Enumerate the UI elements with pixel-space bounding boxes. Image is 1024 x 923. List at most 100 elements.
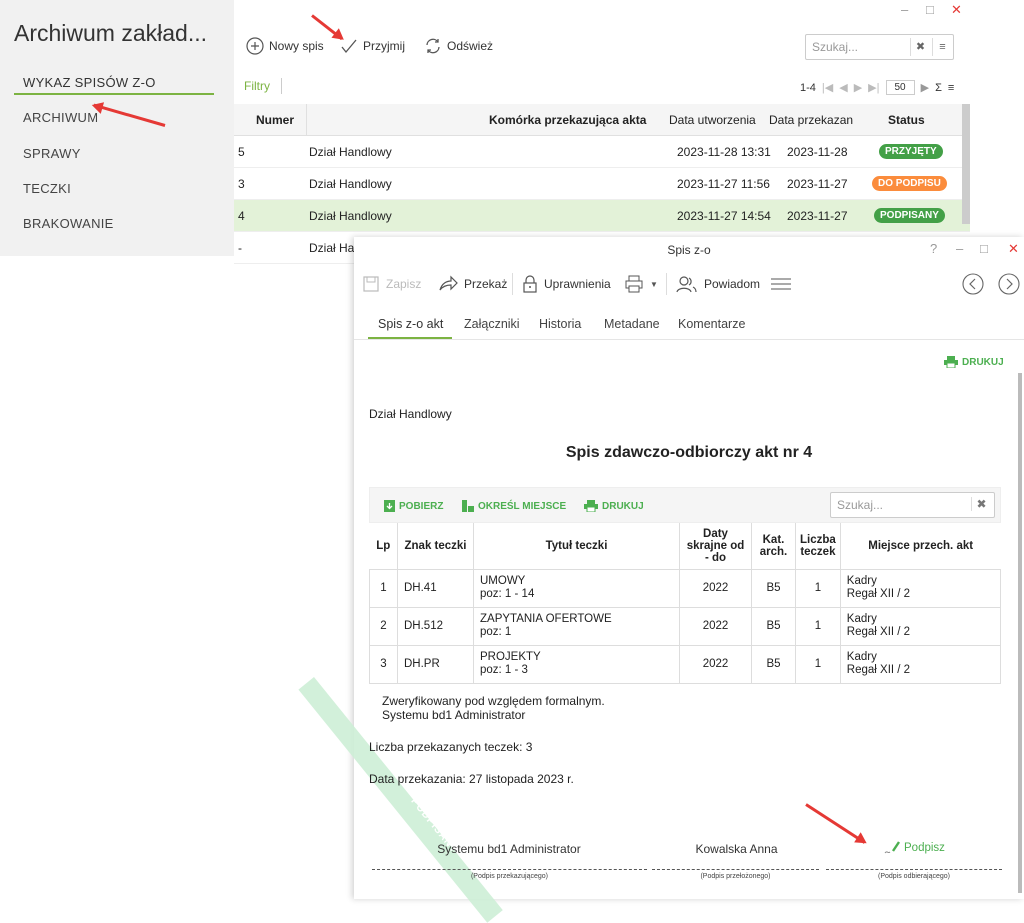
filters-link[interactable]: Filtry bbox=[244, 79, 270, 93]
notify-button[interactable]: Powiadom bbox=[676, 273, 760, 295]
page-size-select[interactable]: 50 bbox=[885, 80, 915, 95]
tab-zalaczniki[interactable]: Załączniki bbox=[464, 317, 520, 331]
set-place-label: OKREŚL MIEJSCE bbox=[478, 500, 567, 512]
col-daty: Daty skrajne od - do bbox=[679, 523, 752, 570]
refresh-label: Odśwież bbox=[447, 39, 494, 53]
notify-label: Powiadom bbox=[704, 277, 761, 291]
set-place-button[interactable]: OKREŚL MIEJSCE bbox=[462, 500, 566, 512]
list-dialog: Spis z-o ? – □ ✕ Zapisz Przekaż Uprawnie… bbox=[298, 237, 1024, 923]
next-page-icon[interactable]: ▶ bbox=[854, 81, 862, 94]
tab-historia[interactable]: Historia bbox=[539, 317, 581, 331]
print-menu-button[interactable]: ▼ bbox=[624, 273, 658, 295]
close-button[interactable]: ✕ bbox=[951, 2, 962, 18]
sign-button[interactable]: Podpisz bbox=[884, 841, 945, 855]
place-room: Kadry bbox=[846, 575, 877, 587]
dialog-scrollbar[interactable] bbox=[1018, 373, 1022, 893]
col-liczba: Liczba teczek bbox=[795, 523, 841, 570]
tab-spis[interactable]: Spis z-o akt bbox=[378, 317, 443, 331]
menu-icon[interactable]: ≡ bbox=[932, 38, 952, 56]
handover-date-text: Data przekazania: 27 listopada 2023 r. bbox=[369, 772, 574, 786]
new-list-button[interactable]: Nowy spis bbox=[246, 36, 324, 56]
supervisor-signature-line bbox=[652, 869, 819, 870]
table-row[interactable]: 1 DH.41 UMOWY poz: 1 - 14 2022 B5 1 Kadry… bbox=[369, 568, 1002, 608]
supervisor-caption: (Podpis przełożonego) bbox=[700, 873, 771, 880]
document-search-input[interactable]: Szukaj... ✖ bbox=[830, 492, 995, 518]
table-row-selected[interactable]: 4 Dział Handlowy 2023-11-27 14:54 2023-1… bbox=[234, 200, 970, 232]
more-menu-icon[interactable] bbox=[770, 273, 792, 295]
table-scrollbar[interactable] bbox=[962, 104, 970, 224]
dialog-minimize-button[interactable]: – bbox=[956, 241, 963, 256]
prev-record-icon[interactable] bbox=[962, 273, 984, 295]
sidebar-item-archiwum[interactable]: ARCHIWUM bbox=[0, 101, 234, 135]
row-created: 2023-11-27 14:54 bbox=[677, 209, 771, 223]
prev-page-icon[interactable]: ◀ bbox=[839, 81, 847, 94]
save-icon bbox=[363, 276, 379, 292]
sidebar-item-sprawy[interactable]: SPRAWY bbox=[0, 137, 234, 171]
sidebar-item-teczki[interactable]: TECZKI bbox=[0, 172, 234, 206]
cell-count: 1 bbox=[795, 644, 841, 684]
row-created: 2023-11-28 13:31 bbox=[677, 145, 771, 159]
accept-button[interactable]: Przyjmij bbox=[340, 36, 405, 56]
divider bbox=[666, 273, 667, 295]
table-row[interactable]: 2 DH.512 ZAPYTANIA OFERTOWE poz: 1 2022 B… bbox=[369, 606, 1002, 646]
col-numer[interactable]: Numer bbox=[256, 113, 294, 127]
row-unit: Dział Handlowy bbox=[309, 177, 392, 191]
sum-icon[interactable]: Σ bbox=[935, 82, 942, 94]
folders-count-text: Liczba przekazanych teczek: 3 bbox=[369, 740, 533, 754]
dropdown-arrow-icon: ▼ bbox=[650, 279, 658, 289]
plus-circle-icon bbox=[246, 37, 264, 55]
next-record-icon[interactable] bbox=[998, 273, 1020, 295]
table-row[interactable]: 3 Dział Handlowy 2023-11-27 11:56 2023-1… bbox=[234, 168, 970, 200]
place-shelf: Regał XII / 2 bbox=[846, 626, 911, 638]
forward-button[interactable]: Przekaż bbox=[438, 273, 507, 295]
col-tytul: Tytuł teczki bbox=[473, 523, 680, 570]
refresh-button[interactable]: Odśwież bbox=[424, 36, 493, 56]
download-button[interactable]: POBIERZ bbox=[384, 500, 443, 512]
giver-signature-line bbox=[372, 869, 647, 870]
refresh-icon bbox=[426, 38, 440, 54]
cell-dates: 2022 bbox=[679, 606, 752, 646]
tab-komentarze[interactable]: Komentarze bbox=[678, 317, 745, 331]
place-room: Kadry bbox=[846, 651, 877, 663]
print-label: DRUKUJ bbox=[962, 356, 1004, 368]
dialog-close-button[interactable]: ✕ bbox=[1008, 241, 1019, 257]
place-shelf: Regał XII / 2 bbox=[846, 664, 911, 676]
col-data-przekazania[interactable]: Data przekazan bbox=[769, 113, 853, 127]
table-row[interactable]: 5 Dział Handlowy 2023-11-28 13:31 2023-1… bbox=[234, 136, 970, 168]
last-page-icon[interactable]: ▶| bbox=[868, 81, 879, 94]
save-button[interactable]: Zapisz bbox=[362, 273, 421, 295]
col-komorka[interactable]: Komórka przekazująca akta bbox=[489, 113, 646, 127]
pen-sign-icon bbox=[884, 841, 900, 854]
search-input[interactable]: Szukaj... ✖ ≡ bbox=[805, 34, 954, 60]
document-department: Dział Handlowy bbox=[369, 407, 452, 421]
row-handed: 2023-11-27 bbox=[787, 177, 848, 191]
sign-label: Podpisz bbox=[904, 842, 945, 854]
cell-lp: 2 bbox=[369, 606, 398, 646]
minimize-button[interactable]: – bbox=[901, 2, 908, 17]
col-lp: Lp bbox=[369, 523, 398, 570]
document-print-button[interactable]: DRUKUJ bbox=[584, 500, 644, 512]
print-button[interactable]: DRUKUJ bbox=[944, 356, 1004, 368]
page-size-arrow-icon[interactable]: ▶ bbox=[921, 81, 929, 94]
clear-search-icon[interactable]: ✖ bbox=[971, 497, 991, 511]
cell-title: PROJEKTY poz: 1 - 3 bbox=[473, 644, 680, 684]
permissions-button[interactable]: Uprawnienia bbox=[522, 273, 611, 295]
tab-metadane[interactable]: Metadane bbox=[604, 317, 660, 331]
col-status[interactable]: Status bbox=[888, 113, 925, 127]
cell-place: Kadry Regał XII / 2 bbox=[839, 644, 1002, 684]
sidebar-item-brakowanie[interactable]: BRAKOWANIE bbox=[0, 207, 234, 241]
pager: 1-4 |◀ ◀ ▶ ▶| 50 ▶ Σ ≡ bbox=[800, 80, 954, 95]
table-row[interactable]: 3 DH.PR PROJEKTY poz: 1 - 3 2022 B5 1 Kad… bbox=[369, 644, 1002, 684]
folder-title: PROJEKTY bbox=[480, 651, 541, 663]
columns-menu-icon[interactable]: ≡ bbox=[948, 82, 954, 94]
dialog-maximize-button[interactable]: □ bbox=[980, 241, 988, 256]
col-data-utworzenia[interactable]: Data utworzenia bbox=[669, 113, 756, 127]
maximize-button[interactable]: □ bbox=[926, 2, 934, 17]
folder-positions: poz: 1 bbox=[480, 626, 512, 638]
help-button[interactable]: ? bbox=[930, 241, 937, 256]
verified-by-text: Systemu bd1 Administrator bbox=[382, 708, 526, 722]
first-page-icon[interactable]: |◀ bbox=[822, 81, 833, 94]
clear-search-icon[interactable]: ✖ bbox=[910, 38, 930, 56]
folder-title: UMOWY bbox=[480, 575, 526, 587]
new-list-label: Nowy spis bbox=[269, 39, 324, 53]
